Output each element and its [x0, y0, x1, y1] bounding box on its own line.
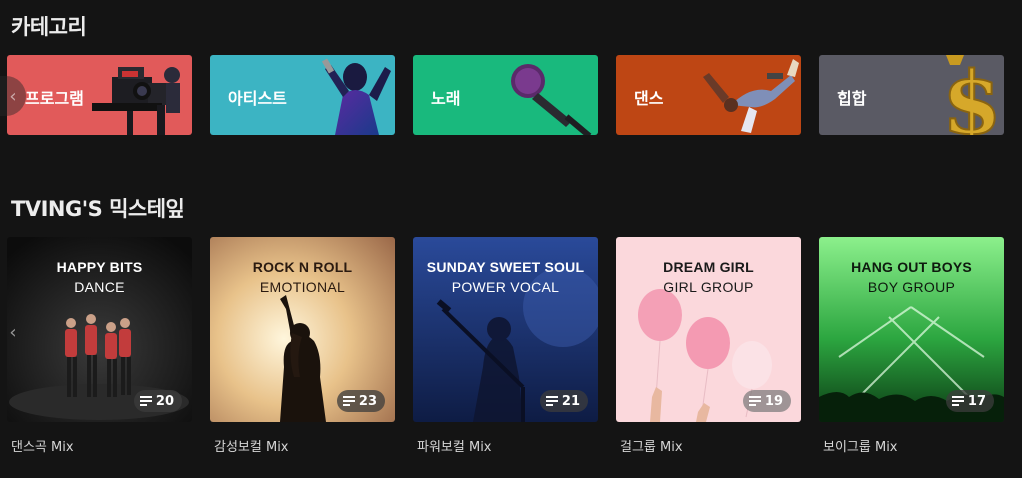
category-card-program[interactable]: 프로그램: [7, 55, 192, 135]
playlist-icon: [748, 396, 761, 406]
track-count-badge: 19: [742, 390, 791, 412]
mixtape-card-emotional[interactable]: ROCK N ROLL EMOTIONAL 23 감성보컬 Mix: [210, 237, 395, 455]
mixtape-card-dance[interactable]: HAPPY BITS DANCE 20 댄스곡 Mix: [7, 237, 192, 455]
category-label: 프로그램: [25, 89, 84, 108]
mixtape-headline: DREAM GIRL GIRL GROUP: [616, 259, 801, 295]
mixtape-caption[interactable]: 걸그룹 Mix: [620, 436, 801, 455]
track-count: 21: [561, 393, 580, 409]
playlist-icon: [545, 396, 558, 406]
category-section-title: 카테고리: [11, 15, 87, 39]
track-count-badge: 23: [336, 390, 385, 412]
mixtape-title-line: SUNDAY SWEET SOUL: [426, 259, 585, 275]
category-label: 힙합: [837, 89, 867, 108]
track-count-badge: 20: [133, 390, 182, 412]
category-label: 댄스: [634, 89, 664, 108]
track-count: 19: [764, 393, 783, 409]
track-count: 23: [358, 393, 377, 409]
category-card-dance[interactable]: 댄스: [616, 55, 801, 135]
mixtape-headline: HANG OUT BOYS BOY GROUP: [819, 259, 1004, 295]
svg-text:$: $: [942, 55, 1002, 135]
category-card-hiphop[interactable]: $ 힙합: [819, 55, 1004, 135]
singer-icon: [321, 58, 391, 135]
mixtape-thumbnail[interactable]: HANG OUT BOYS BOY GROUP 17: [819, 237, 1004, 422]
mixtape-headline: ROCK N ROLL EMOTIONAL: [210, 259, 395, 295]
camera-icon: [92, 67, 180, 135]
mixtape-title-line: ROCK N ROLL: [252, 259, 353, 275]
microphone-icon: [511, 64, 592, 135]
track-count-badge: 17: [945, 390, 994, 412]
mixtape-carousel: HAPPY BITS DANCE 20 댄스곡 Mix ROCK N ROLL …: [0, 237, 1022, 457]
playlist-icon: [139, 396, 152, 406]
mixtape-subtitle-line: POWER VOCAL: [451, 279, 560, 295]
mixtape-caption[interactable]: 보이그룹 Mix: [823, 436, 1004, 455]
mixtape-card-girl-group[interactable]: DREAM GIRL GIRL GROUP 19 걸그룹 Mix: [616, 237, 801, 455]
mixtape-subtitle-line: EMOTIONAL: [259, 279, 346, 295]
mixtape-subtitle-line: DANCE: [74, 279, 125, 295]
track-count-badge: 21: [539, 390, 588, 412]
dollar-chain-icon: $: [941, 55, 1003, 135]
mixtape-caption[interactable]: 댄스곡 Mix: [11, 436, 192, 455]
mixtape-card-power-vocal[interactable]: SUNDAY SWEET SOUL POWER VOCAL 21 파워보컬 Mi…: [413, 237, 598, 455]
category-label: 아티스트: [228, 89, 287, 108]
category-carousel: 프로그램 아티스트 노래 댄스 $ 힙합: [0, 55, 1022, 135]
category-card-song[interactable]: 노래: [413, 55, 598, 135]
mixtape-subtitle-line: BOY GROUP: [867, 279, 956, 295]
mixtape-title-line: HANG OUT BOYS: [851, 259, 972, 275]
track-count: 20: [155, 393, 174, 409]
track-count: 17: [967, 393, 986, 409]
category-label: 노래: [431, 89, 461, 108]
playlist-icon: [342, 396, 355, 406]
category-card-artist[interactable]: 아티스트: [210, 55, 395, 135]
mixtape-title-line: DREAM GIRL: [663, 259, 754, 275]
mixtape-headline: SUNDAY SWEET SOUL POWER VOCAL: [413, 259, 598, 295]
dancer-icon: [703, 59, 799, 133]
playlist-icon: [951, 396, 964, 406]
mixtape-thumbnail[interactable]: ROCK N ROLL EMOTIONAL 23: [210, 237, 395, 422]
mixtape-caption[interactable]: 파워보컬 Mix: [417, 436, 598, 455]
mixtape-thumbnail[interactable]: HAPPY BITS DANCE 20: [7, 237, 192, 422]
mixtape-card-boy-group[interactable]: HANG OUT BOYS BOY GROUP 17 보이그룹 Mix: [819, 237, 1004, 455]
mixtape-thumbnail[interactable]: SUNDAY SWEET SOUL POWER VOCAL 21: [413, 237, 598, 422]
mixtape-title-line: HAPPY BITS: [56, 259, 143, 275]
mixtape-thumbnail[interactable]: DREAM GIRL GIRL GROUP 19: [616, 237, 801, 422]
mixtape-prev-arrow-icon[interactable]: ‹: [0, 312, 26, 352]
mixtape-subtitle-line: GIRL GROUP: [663, 279, 754, 295]
mixtape-caption[interactable]: 감성보컬 Mix: [214, 436, 395, 455]
mixtape-section-title: TVING'S 믹스테잎: [11, 197, 185, 221]
mixtape-headline: HAPPY BITS DANCE: [7, 259, 192, 295]
